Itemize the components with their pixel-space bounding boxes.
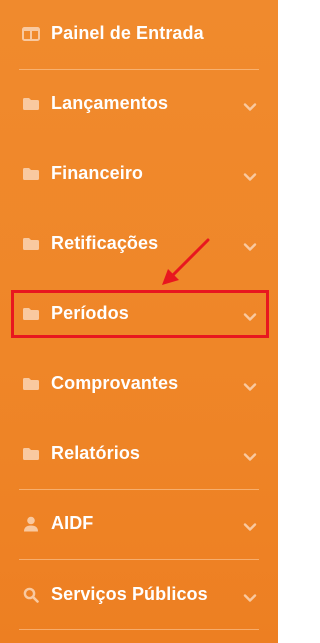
sidebar-item-lancamentos[interactable]: Lançamentos — [0, 84, 278, 124]
dashboard-icon — [22, 26, 40, 42]
sidebar-item-servicos-publicos[interactable]: Serviços Públicos — [0, 575, 278, 615]
sidebar-item-label: Lançamentos — [51, 93, 169, 114]
folder-icon — [22, 376, 40, 392]
annotation-highlight-box — [11, 290, 269, 338]
sidebar-item-relatorios[interactable]: Relatórios — [0, 434, 278, 474]
folder-icon — [22, 96, 40, 112]
sidebar-item-retificacoes[interactable]: Retificações — [0, 224, 278, 264]
sidebar-item-label: Relatórios — [51, 443, 141, 464]
sidebar-item-aidf[interactable]: AIDF — [0, 504, 278, 544]
sidebar-item-financeiro[interactable]: Financeiro — [0, 154, 278, 194]
annotation-arrow-icon — [162, 238, 210, 285]
menu-divider — [19, 559, 259, 560]
sidebar-item-label: AIDF — [51, 513, 94, 534]
chevron-down-icon[interactable] — [243, 379, 257, 391]
sidebar-item-painel-de-entrada[interactable]: Painel de Entrada — [0, 14, 278, 54]
folder-icon — [22, 236, 40, 252]
search-icon — [22, 587, 40, 603]
sidebar-item-label: Serviços Públicos — [51, 584, 208, 605]
chevron-down-icon[interactable] — [243, 590, 257, 602]
menu-divider — [19, 69, 259, 70]
chevron-down-icon[interactable] — [243, 99, 257, 111]
sidebar-menu: Painel de Entrada Lançamentos Financeiro — [0, 0, 278, 643]
folder-icon — [22, 166, 40, 182]
user-icon — [22, 516, 40, 532]
chevron-down-icon[interactable] — [243, 239, 257, 251]
sidebar-item-label: Painel de Entrada — [51, 23, 204, 44]
sidebar-item-comprovantes[interactable]: Comprovantes — [0, 364, 278, 404]
menu-divider — [19, 489, 259, 490]
chevron-down-icon[interactable] — [243, 449, 257, 461]
menu-divider — [19, 629, 259, 630]
folder-icon — [22, 446, 40, 462]
sidebar-item-label: Financeiro — [51, 163, 144, 184]
chevron-down-icon[interactable] — [243, 169, 257, 181]
sidebar-item-label: Retificações — [51, 233, 159, 254]
chevron-down-icon[interactable] — [243, 519, 257, 531]
sidebar-item-label: Comprovantes — [51, 373, 179, 394]
